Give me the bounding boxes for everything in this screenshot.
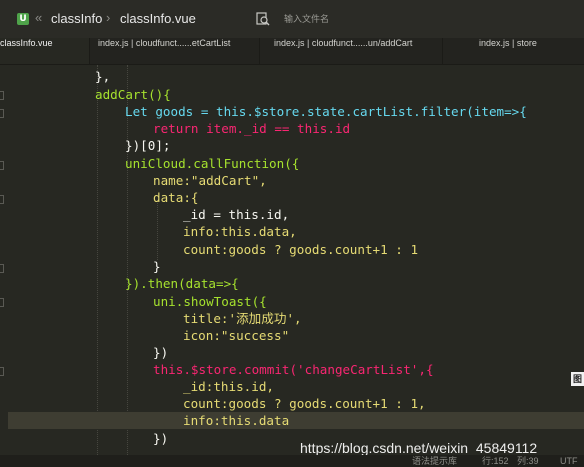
code-line: addCart(){ [95, 86, 171, 103]
code-text: uniCloud.callFunction({ [125, 156, 300, 171]
code-line: _id:this.id, [183, 378, 274, 395]
code-line: }) [153, 344, 168, 361]
status-bar: 语法提示库 行:152 列:39 UTF [0, 455, 584, 467]
code-line: title:'添加成功', [183, 310, 302, 327]
code-line: _id = this.id, [183, 206, 289, 223]
code-text: }) [153, 345, 169, 360]
code-text: icon:"success" [183, 328, 290, 343]
code-text: Let goods = this.$store.state.cartList.f… [125, 104, 527, 119]
code-text: }) [153, 431, 169, 446]
code-text: }).then(data=>{ [125, 276, 239, 291]
status-encoding[interactable]: UTF [560, 455, 578, 467]
file-search-icon[interactable] [256, 12, 270, 26]
tab-getcartlist-index[interactable]: index.js | cloudfunct......etCartList [90, 38, 260, 64]
app-logo-icon: U [17, 13, 29, 25]
code-text: } [153, 259, 161, 274]
title-bar: U « classInfo › classInfo.vue [0, 0, 584, 39]
code-text: title:'添加成功', [183, 311, 302, 326]
code-text: count:goods ? goods.count+1 : 1 [183, 242, 419, 257]
code-text: name:"addCart", [153, 173, 267, 188]
breadcrumb-separator: › [106, 10, 111, 25]
code-text: return item._id == this.id [153, 121, 351, 136]
minimap-marker[interactable]: 图 [571, 372, 584, 386]
code-line: return item._id == this.id [153, 120, 350, 137]
code-line: count:goods ? goods.count+1 : 1 [183, 241, 418, 258]
code-line: icon:"success" [183, 327, 289, 344]
status-hint[interactable]: 语法提示库 [412, 455, 457, 467]
code-editor[interactable]: }, addCart(){ Let goods = this.$store.st… [0, 65, 584, 455]
code-text: info:this.data [183, 413, 290, 428]
status-col[interactable]: 列:39 [517, 455, 539, 467]
status-row[interactable]: 行:152 [482, 455, 509, 467]
breadcrumb-project[interactable]: classInfo [51, 11, 102, 26]
code-text: })[0]; [125, 138, 171, 153]
code-line: count:goods ? goods.count+1 : 1, [183, 395, 426, 412]
tab-classinfo-vue[interactable]: classInfo.vue [0, 38, 90, 64]
code-text: addCart(){ [95, 87, 171, 102]
code-line: info:this.data, [183, 223, 297, 240]
code-line: name:"addCart", [153, 172, 267, 189]
tab-store-index[interactable]: index.js | store [443, 38, 584, 64]
code-text: _id = this.id, [183, 207, 290, 222]
code-line: uniCloud.callFunction({ [125, 155, 299, 172]
code-text: count:goods ? goods.count+1 : 1, [183, 396, 426, 411]
watermark-url: https://blog.csdn.net/weixin_45849112 [300, 440, 538, 456]
code-text: data:{ [153, 190, 199, 205]
code-line: }) [153, 430, 168, 447]
code-text: info:this.data, [183, 224, 297, 239]
back-chevron-icon[interactable]: « [35, 10, 42, 25]
code-line: data:{ [153, 189, 199, 206]
code-text: this.$store.commit('changeCartList',{ [153, 362, 434, 377]
code-line: } [153, 258, 161, 275]
code-line: }, [95, 68, 110, 85]
code-text: _id:this.id, [183, 379, 274, 394]
tab-addcart-index[interactable]: index.js | cloudfunct......un/addCart [266, 38, 443, 64]
code-line: this.$store.commit('changeCartList',{ [153, 361, 434, 378]
code-line: uni.showToast({ [153, 293, 267, 310]
editor-tab-bar: classInfo.vue index.js | cloudfunct.....… [0, 38, 584, 65]
code-line: Let goods = this.$store.state.cartList.f… [125, 103, 527, 120]
code-line: })[0]; [125, 137, 171, 154]
breadcrumb-file[interactable]: classInfo.vue [120, 11, 196, 26]
code-text: uni.showToast({ [153, 294, 267, 309]
code-text: }, [95, 69, 111, 84]
code-line-current: info:this.data [8, 412, 584, 429]
file-search-input[interactable] [280, 9, 438, 29]
code-line: }).then(data=>{ [125, 275, 239, 292]
